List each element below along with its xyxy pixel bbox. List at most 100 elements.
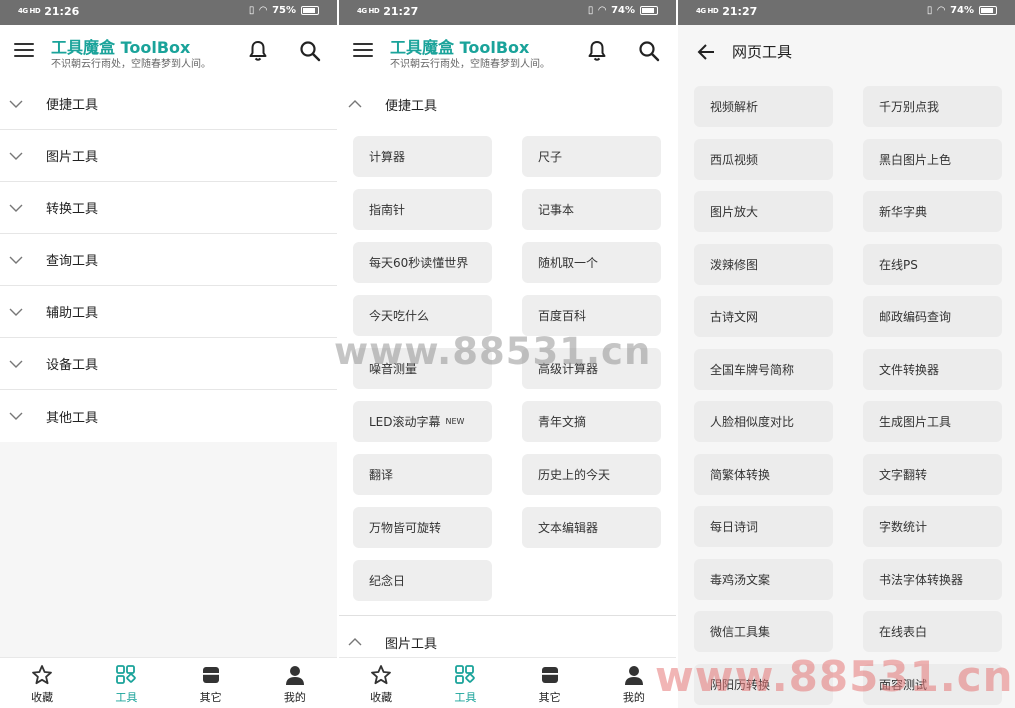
menu-icon[interactable]: [14, 41, 34, 59]
tool-label: 纪念日: [369, 574, 406, 588]
tool-button[interactable]: 计算器: [353, 136, 492, 177]
tool-button[interactable]: 历史上的今天: [522, 454, 661, 495]
nav-item[interactable]: 其它: [508, 658, 592, 708]
web-tool-button[interactable]: 每日诗词: [694, 506, 833, 547]
grid-icon: [116, 665, 137, 684]
battery-icon: [640, 6, 658, 15]
category-row[interactable]: 图片工具: [0, 130, 337, 182]
app-bar: 网页工具: [678, 25, 1015, 78]
web-tool-button[interactable]: 黑白图片上色: [863, 138, 1002, 180]
menu-icon[interactable]: [353, 41, 373, 59]
tool-label: 古诗文网: [710, 310, 759, 324]
chevron-down-icon: [9, 256, 23, 264]
category-row[interactable]: 查询工具: [0, 234, 337, 286]
web-tool-button[interactable]: 字数统计: [863, 506, 1002, 547]
web-tool-button[interactable]: 微信工具集: [694, 611, 833, 652]
tool-label: 计算器: [369, 150, 406, 164]
bell-icon[interactable]: [587, 40, 607, 62]
tool-button[interactable]: 纪念日: [353, 560, 492, 601]
tool-label: 尺子: [538, 150, 563, 164]
web-tool-button[interactable]: 毒鸡汤文案: [694, 558, 833, 600]
tool-button[interactable]: 噪音测量: [353, 348, 492, 389]
search-icon[interactable]: [638, 40, 660, 62]
nav-item[interactable]: 我的: [592, 658, 676, 708]
tool-label: 文字翻转: [879, 467, 928, 482]
tool-label: 视频解析: [710, 100, 759, 114]
web-tool-button[interactable]: 千万别点我: [863, 86, 1002, 127]
tool-button[interactable]: 高级计算器: [522, 348, 661, 389]
web-tool-button[interactable]: 生成图片工具: [863, 401, 1002, 442]
tool-button[interactable]: 记事本: [522, 189, 661, 230]
web-tool-button[interactable]: 全国车牌号简称: [694, 348, 833, 390]
tool-button[interactable]: 万物皆可旋转: [353, 507, 492, 548]
web-tool-button[interactable]: 文件转换器: [863, 348, 1002, 390]
category-list: 便捷工具图片工具转换工具查询工具辅助工具 设备工具 其他工具: [0, 78, 337, 442]
app-subtitle: 不识朝云行雨处，空随春梦到人间。: [51, 59, 211, 70]
tool-button[interactable]: 指南针: [353, 189, 492, 230]
tool-label: 噪音测量: [369, 362, 418, 376]
web-tool-button[interactable]: 阴阳历转换: [694, 663, 833, 705]
tool-label: 泼辣修图: [710, 257, 759, 272]
tool-button[interactable]: 随机取一个: [522, 242, 661, 283]
category-row[interactable]: 辅助工具: [0, 286, 337, 338]
web-tool-button[interactable]: 邮政编码查询: [863, 296, 1002, 337]
nav-item[interactable]: 收藏: [339, 658, 423, 708]
web-tool-button[interactable]: 在线PS: [863, 243, 1002, 285]
category-label: 查询工具: [46, 254, 99, 269]
category-label: 图片工具: [46, 150, 99, 165]
tool-button[interactable]: LED滚动字幕 NEW: [353, 401, 492, 442]
web-tool-button[interactable]: 古诗文网: [694, 296, 833, 337]
category-label: 转换工具: [46, 202, 99, 217]
tool-label: 西瓜视频: [710, 152, 759, 167]
tool-button[interactable]: 百度百科: [522, 295, 661, 336]
tool-button[interactable]: 文本编辑器: [522, 507, 661, 548]
category-row[interactable]: 便捷工具: [0, 78, 337, 130]
page-title: 网页工具: [732, 43, 793, 61]
person-icon: [624, 666, 643, 685]
web-tool-button[interactable]: 西瓜视频: [694, 138, 833, 180]
nav-label: 我的: [622, 691, 645, 704]
tool-label: 记事本: [538, 203, 575, 217]
tool-button[interactable]: 尺子: [522, 136, 661, 177]
tool-button[interactable]: 每天60秒读懂世界: [353, 242, 492, 283]
web-tool-button[interactable]: 在线表白: [863, 611, 1002, 652]
section-header-convenience[interactable]: 便捷工具: [339, 78, 676, 130]
tool-label: 万物皆可旋转: [369, 521, 442, 535]
section-label: 便捷工具: [385, 98, 438, 114]
web-tool-button[interactable]: 书法字体转换器: [863, 558, 1002, 600]
tool-button[interactable]: 青年文摘: [522, 401, 661, 442]
box-icon: [541, 667, 558, 683]
tool-label: 高级计算器: [538, 362, 599, 376]
web-tool-button[interactable]: 图片放大: [694, 191, 833, 232]
search-icon[interactable]: [299, 40, 321, 62]
nav-item[interactable]: 收藏: [0, 658, 84, 708]
status-bar: 4G HD 21:26 ▯ ◠ 75%: [0, 0, 337, 25]
bell-icon[interactable]: [248, 40, 268, 62]
app-bar: 工具魔盒 ToolBox 不识朝云行雨处，空随春梦到人间。: [339, 25, 676, 78]
web-tool-button[interactable]: 视频解析: [694, 86, 833, 127]
tool-button[interactable]: 翻译: [353, 454, 492, 495]
web-tool-button[interactable]: 泼辣修图: [694, 243, 833, 285]
nav-item[interactable]: 工具: [423, 658, 507, 708]
category-row[interactable]: 转换工具: [0, 182, 337, 234]
back-arrow-icon[interactable]: [696, 42, 716, 62]
web-tool-button[interactable]: 面容测试: [863, 663, 1002, 705]
web-tool-button[interactable]: 新华字典: [863, 191, 1002, 232]
bottom-nav: 收藏 工具 其它 我的: [0, 657, 337, 708]
category-label: 便捷工具: [46, 98, 99, 113]
tool-label: 全国车牌号简称: [710, 362, 795, 377]
category-row[interactable]: 设备工具: [0, 338, 337, 390]
web-tool-button[interactable]: 简繁体转换: [694, 453, 833, 495]
nav-item[interactable]: 工具: [84, 658, 168, 708]
category-row[interactable]: 其他工具: [0, 390, 337, 442]
web-tool-button[interactable]: 文字翻转: [863, 453, 1002, 495]
section-header-image[interactable]: 图片工具: [339, 616, 676, 657]
web-tool-button[interactable]: 人脸相似度对比: [694, 401, 833, 442]
app-subtitle: 不识朝云行雨处，空随春梦到人间。: [390, 59, 550, 70]
nav-item[interactable]: 其它: [169, 658, 253, 708]
nav-item[interactable]: 我的: [253, 658, 337, 708]
battery-icon: [301, 6, 319, 15]
tool-button[interactable]: 今天吃什么: [353, 295, 492, 336]
tool-label: LED滚动字幕: [369, 415, 441, 429]
battery-icon: [979, 6, 997, 15]
